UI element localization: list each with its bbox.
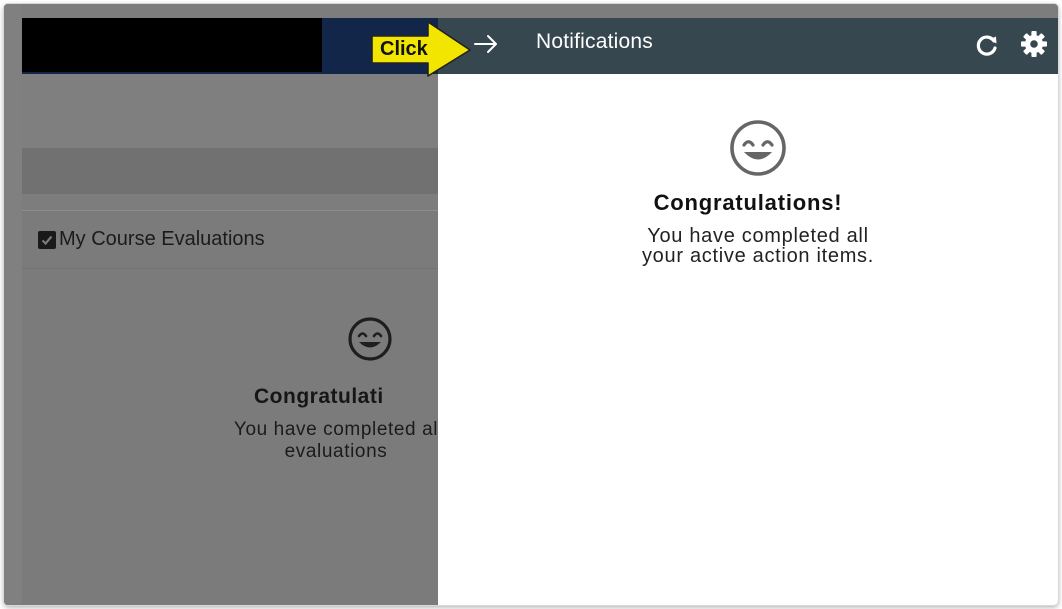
notifications-panel: Notifications Congratulations! You have … (438, 18, 1058, 605)
smiley-face-icon (348, 317, 392, 361)
message-line: your active action items. (641, 245, 875, 267)
arrow-right-icon[interactable] (472, 30, 500, 58)
page-subheader-band (22, 148, 442, 194)
callout-label: Click (380, 38, 428, 60)
congrats-message: You have completed all your active actio… (558, 226, 958, 266)
page-band (22, 74, 442, 148)
message-line: You have completed all (647, 225, 869, 247)
refresh-icon[interactable] (974, 32, 1000, 58)
course-evaluations-card: My Course Evaluations Congratulati You h… (22, 210, 442, 605)
notifications-title: Notifications (536, 30, 653, 53)
screenshot-frame: My Course Evaluations Congratulati You h… (4, 4, 1058, 605)
congrats-heading: Congratulati (254, 385, 384, 408)
click-callout: Click (366, 20, 476, 78)
card-title: My Course Evaluations (59, 228, 265, 250)
notifications-header: Notifications (438, 18, 1058, 74)
congrats-heading: Congratulations! (653, 190, 843, 215)
smiley-face-icon (730, 120, 786, 176)
checkbox-checked-icon (38, 230, 56, 249)
redacted-block (22, 18, 322, 72)
left-gutter (4, 4, 22, 605)
card-header: My Course Evaluations (22, 211, 442, 269)
gear-icon[interactable] (1020, 30, 1048, 58)
